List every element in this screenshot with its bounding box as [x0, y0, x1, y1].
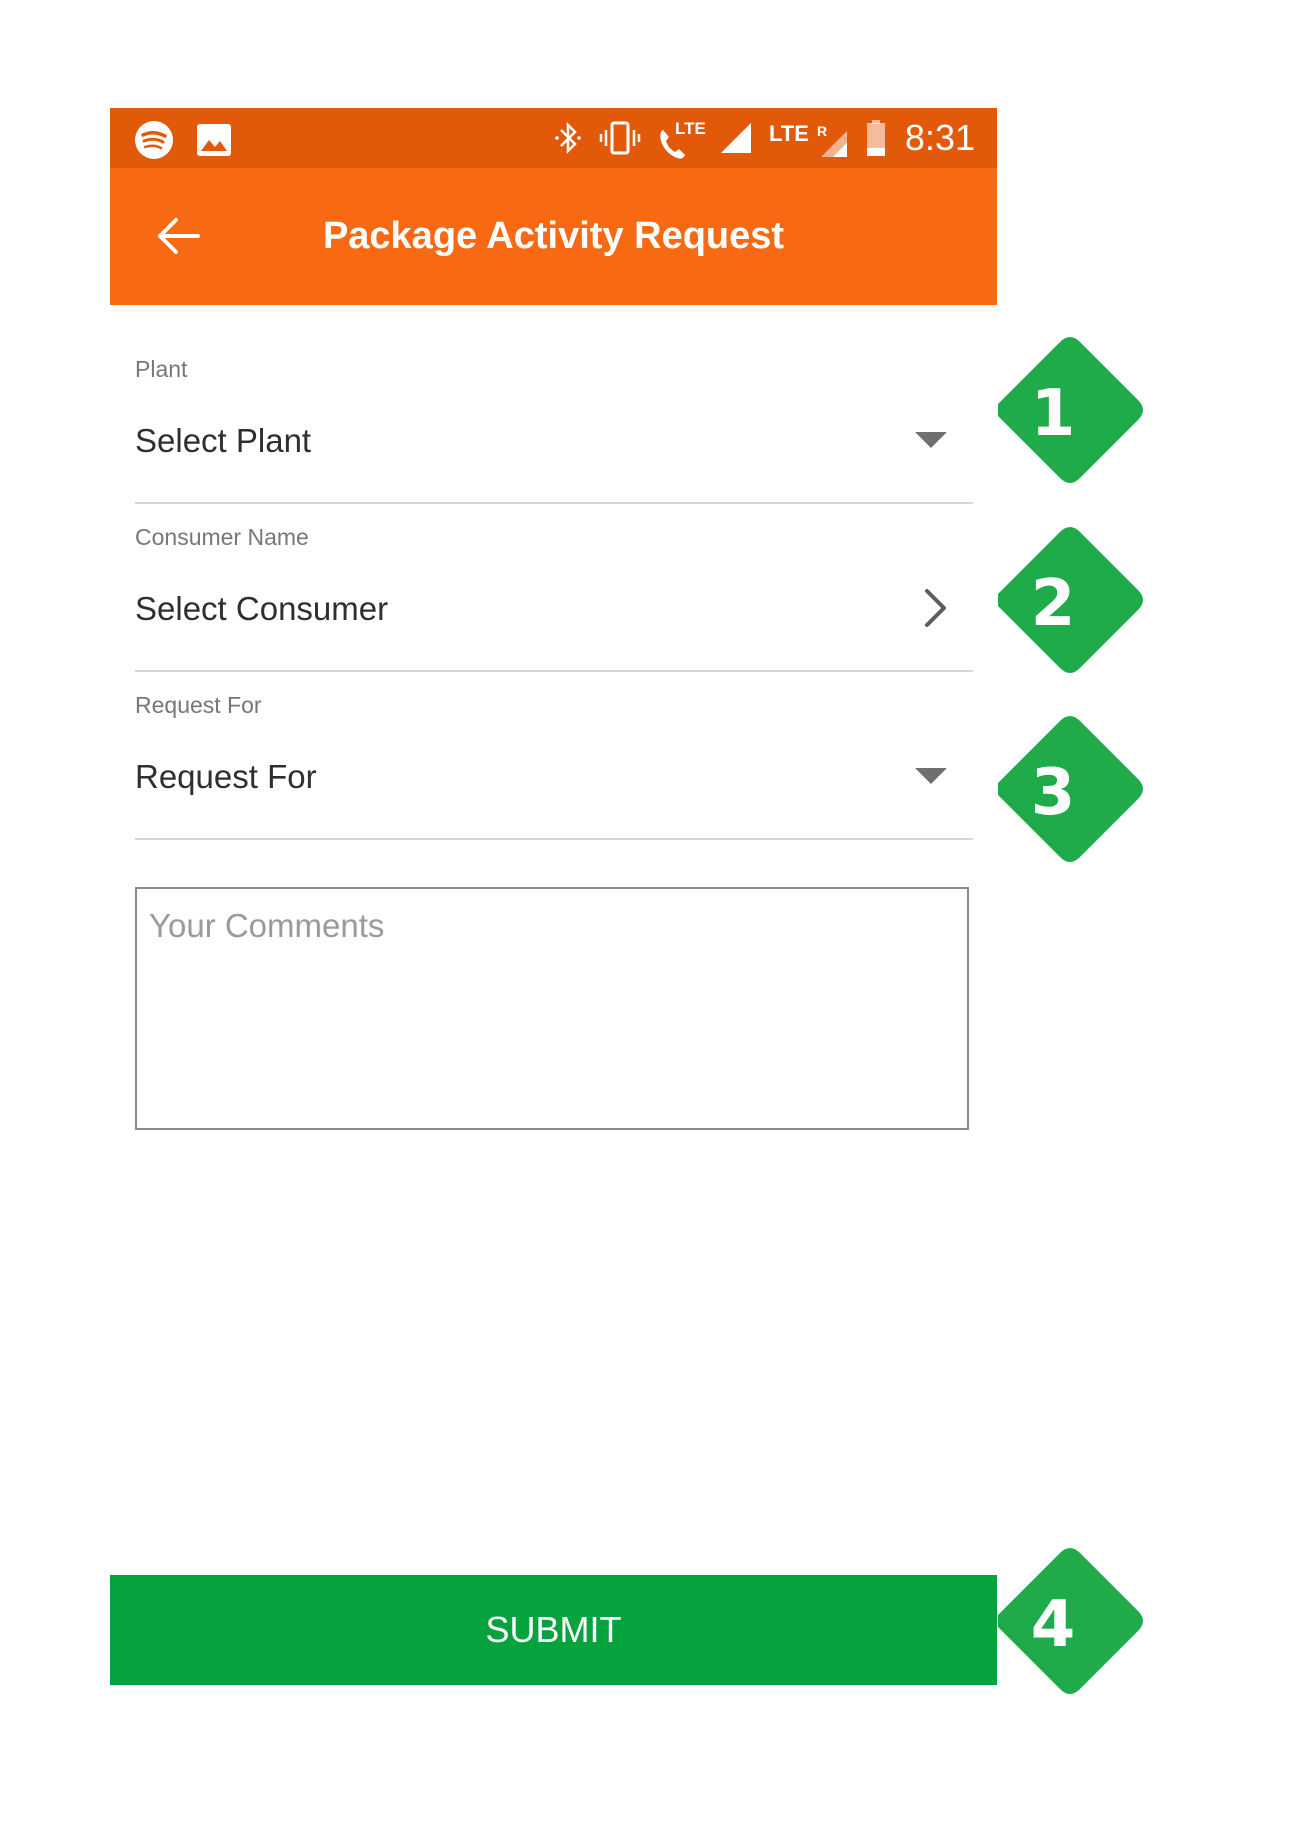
app-screen: LTE LTE R 8:31 Package Activity Request … — [110, 108, 997, 1688]
battery-low-icon — [865, 118, 887, 163]
vibrate-icon — [599, 118, 641, 163]
plant-select[interactable]: Select Plant — [135, 422, 311, 460]
chevron-right-icon[interactable] — [923, 588, 949, 633]
submit-button[interactable]: SUBMIT — [110, 1575, 997, 1685]
callout-marker-1: 1 — [990, 330, 1146, 490]
request-for-label: Request For — [135, 692, 262, 718]
status-time: 8:31 — [904, 117, 975, 158]
dropdown-arrow-icon[interactable] — [913, 766, 949, 791]
callout-marker-2: 2 — [990, 520, 1146, 680]
comments-placeholder: Your Comments — [149, 907, 385, 944]
app-bar: Package Activity Request — [110, 168, 997, 305]
plant-label: Plant — [135, 356, 188, 382]
bluetooth-icon — [553, 118, 583, 163]
page-title: Package Activity Request — [322, 215, 785, 257]
plant-field[interactable]: Plant Select Plant — [135, 356, 973, 504]
lte-roaming-icon: LTE R — [769, 121, 849, 161]
callout-marker-3: 3 — [990, 709, 1146, 869]
consumer-field[interactable]: Consumer Name Select Consumer — [135, 524, 973, 672]
marker-number: 2 — [1031, 567, 1076, 641]
marker-number: 3 — [1031, 756, 1076, 830]
marker-number: 4 — [1031, 1588, 1076, 1662]
lte-call-icon: LTE — [657, 119, 706, 161]
spotify-icon — [134, 120, 174, 165]
request-for-select[interactable]: Request For — [135, 758, 317, 796]
status-bar: LTE LTE R 8:31 — [110, 108, 997, 168]
consumer-select[interactable]: Select Consumer — [135, 590, 388, 628]
callout-marker-4: 4 — [990, 1541, 1146, 1701]
signal-icon — [719, 121, 753, 160]
request-for-field[interactable]: Request For Request For — [135, 692, 973, 840]
marker-number: 1 — [1031, 377, 1076, 451]
consumer-label: Consumer Name — [135, 524, 309, 550]
image-icon — [196, 123, 232, 162]
comments-textarea[interactable]: Your Comments — [135, 887, 969, 1130]
dropdown-arrow-icon[interactable] — [913, 430, 949, 455]
